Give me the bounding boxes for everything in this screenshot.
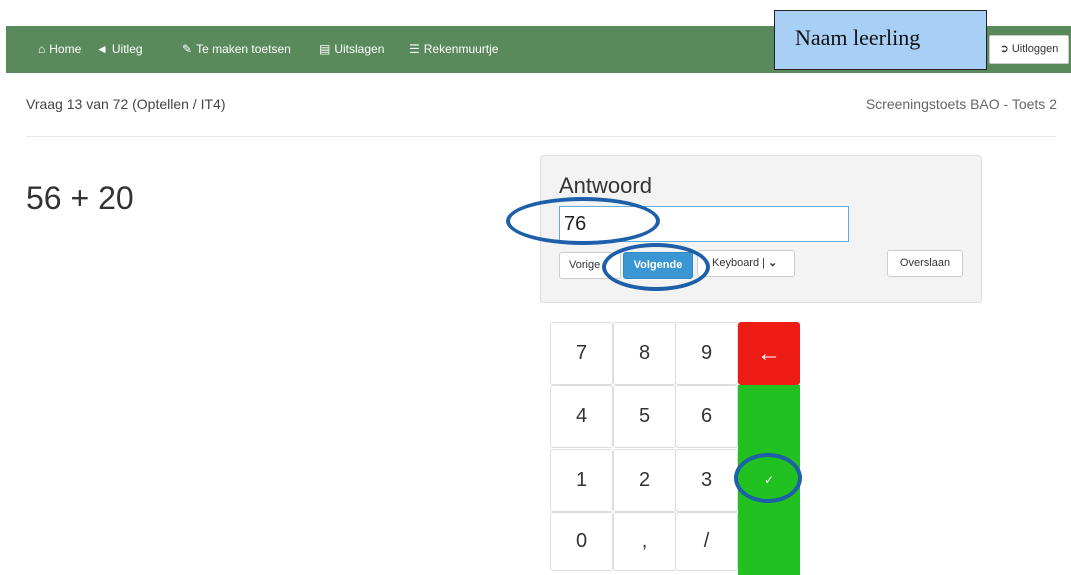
nav-toetsen-label: Te maken toetsen xyxy=(196,42,291,56)
bars-icon: ☰ xyxy=(409,42,420,56)
nav-uitslagen-label: Uitslagen xyxy=(334,42,385,56)
key-9[interactable]: 9 xyxy=(675,322,738,385)
skip-button[interactable]: Overslaan xyxy=(887,250,963,277)
nav-home[interactable]: ⌂ Home xyxy=(38,26,81,73)
test-title: Screeningstoets BAO - Toets 2 xyxy=(865,96,1057,112)
key-2[interactable]: 2 xyxy=(613,449,676,512)
question-progress: Vraag 13 van 72 (Optellen / IT4) xyxy=(26,96,226,112)
nav-uitleg-label: Uitleg xyxy=(111,42,143,56)
key-3[interactable]: 3 xyxy=(675,449,738,512)
previous-button[interactable]: Vorige xyxy=(559,252,621,279)
key-4[interactable]: 4 xyxy=(550,385,613,448)
answer-input[interactable] xyxy=(559,206,849,242)
student-name-box: Naam leerling xyxy=(774,10,987,70)
pencil-icon: ✎ xyxy=(182,42,193,56)
key-slash[interactable]: / xyxy=(675,512,738,571)
sign-out-icon: ➲ xyxy=(999,43,1009,55)
chevron-down-icon: ⌄ xyxy=(768,257,778,269)
logout-button[interactable]: ➲ Uitloggen xyxy=(989,35,1069,64)
key-0[interactable]: 0 xyxy=(550,512,613,571)
nav-rekenmuurtje[interactable]: ☰ Rekenmuurtje xyxy=(409,26,498,73)
key-5[interactable]: 5 xyxy=(613,385,676,448)
backspace-key[interactable]: ← xyxy=(738,322,800,385)
list-icon: ▤ xyxy=(319,42,331,56)
key-1[interactable]: 1 xyxy=(550,449,613,512)
key-7[interactable]: 7 xyxy=(550,322,613,385)
answer-panel: Antwoord Vorige Volgende Keyboard | ⌄ Ov… xyxy=(540,155,982,303)
megaphone-icon: ◄ xyxy=(96,42,108,56)
answer-label: Antwoord xyxy=(559,173,652,198)
key-6[interactable]: 6 xyxy=(675,385,738,448)
question-text: 56 + 20 xyxy=(26,180,134,216)
keyboard-label: Keyboard | xyxy=(712,257,766,269)
nav-rekenmuurtje-label: Rekenmuurtje xyxy=(423,42,499,56)
key-comma[interactable]: , xyxy=(613,512,676,571)
nav-te-maken-toetsen[interactable]: ✎ Te maken toetsen xyxy=(182,26,291,73)
keyboard-toggle-button[interactable]: Keyboard | ⌄ xyxy=(697,250,795,277)
nav-uitleg[interactable]: ◄ Uitleg xyxy=(96,26,143,73)
confirm-key[interactable]: ✓ xyxy=(738,385,800,575)
home-icon: ⌂ xyxy=(38,42,46,56)
next-button[interactable]: Volgende xyxy=(623,252,693,279)
nav-uitslagen[interactable]: ▤ Uitslagen xyxy=(319,26,384,73)
header-divider xyxy=(26,136,1056,137)
checkmark-icon: ✓ xyxy=(763,473,775,487)
nav-home-label: Home xyxy=(49,42,82,56)
key-8[interactable]: 8 xyxy=(613,322,676,385)
logout-label: Uitloggen xyxy=(1011,43,1059,55)
